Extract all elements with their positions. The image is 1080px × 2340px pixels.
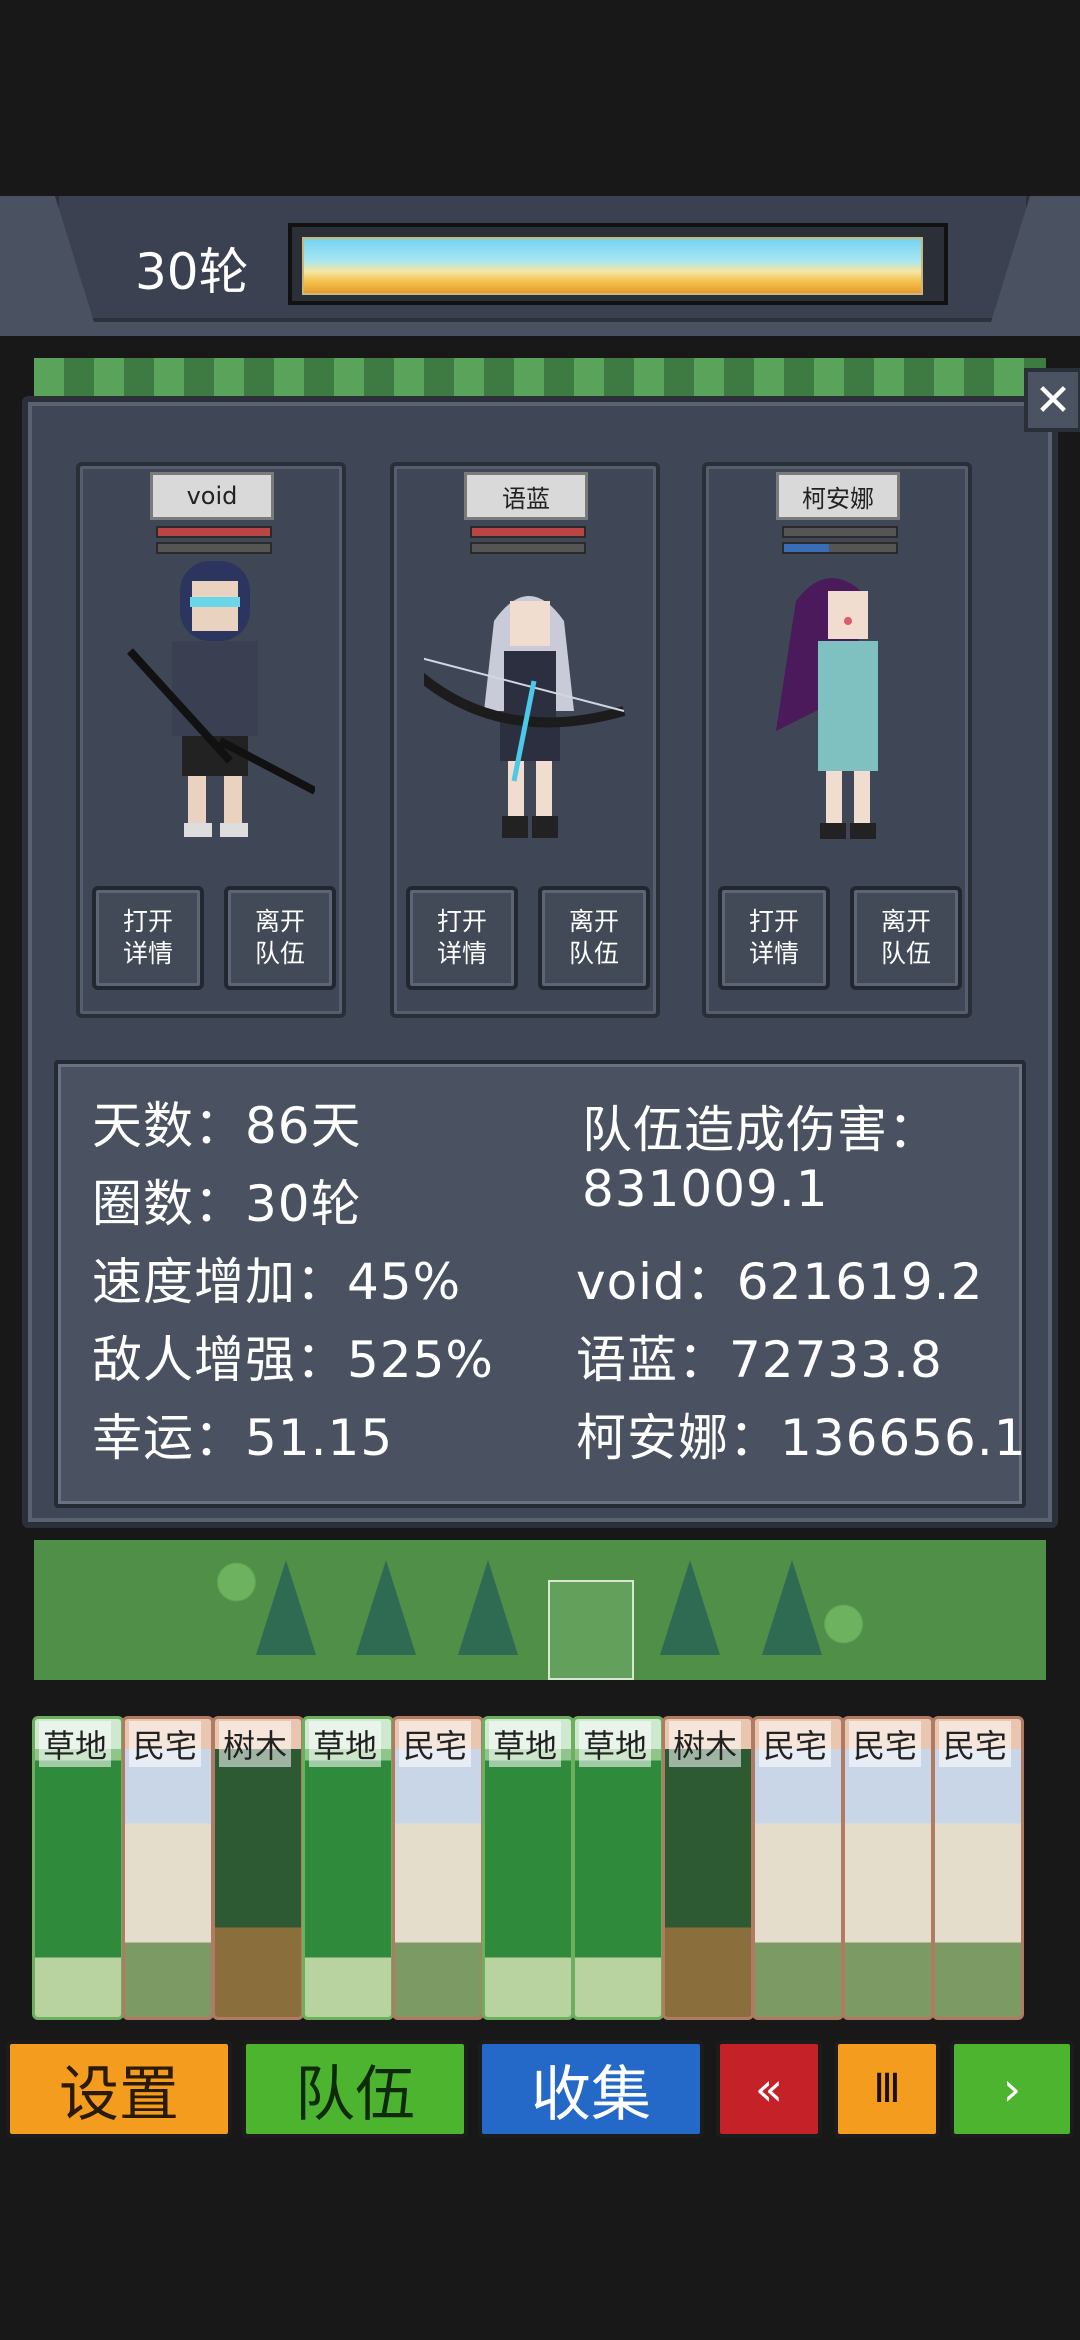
card-hand: 草地 民宅 树木 草地 民宅 草地 草地 树木 民宅 民宅 民宅	[32, 1716, 1080, 2020]
mp-bar	[156, 542, 272, 554]
member-name: 语蓝	[464, 472, 588, 520]
tree-tile	[660, 1560, 720, 1655]
next-icon[interactable]: ›	[950, 2040, 1074, 2138]
terrain-card[interactable]: 民宅	[122, 1716, 214, 2020]
stats-panel: 天数：86天 圈数：30轮 速度增加：45% 敌人增强：525% 幸运：51.1…	[54, 1060, 1026, 1508]
terrain-card-label: 民宅	[129, 1721, 202, 1767]
terrain-card-label: 民宅	[939, 1721, 1012, 1767]
leave-team-button[interactable]: 离开 队伍	[850, 886, 962, 990]
party-member-card: 语蓝 打开 详情 离开 队伍	[390, 462, 660, 1018]
character-sprite-keanna	[776, 578, 878, 839]
mp-bar	[470, 542, 586, 554]
close-icon[interactable]: ✕	[1024, 368, 1080, 432]
terrain-card-label: 草地	[489, 1721, 562, 1767]
settings-button[interactable]: 设置	[6, 2040, 232, 2138]
party-member-card: void 打开 详情 离开 队伍	[76, 462, 346, 1018]
terrain-card[interactable]: 民宅	[752, 1716, 844, 2020]
collect-button[interactable]: 收集	[478, 2040, 704, 2138]
round-counter: 30轮	[135, 243, 249, 301]
terrain-card-label: 民宅	[399, 1721, 472, 1767]
stat-luck: 幸运：51.15	[92, 1409, 394, 1467]
stat-void-damage: void：621619.2	[576, 1253, 984, 1311]
terrain-card-label: 民宅	[849, 1721, 922, 1767]
character-sprite-yulan	[424, 596, 626, 838]
terrain-card-label: 树木	[219, 1721, 292, 1767]
stat-speed: 速度增加：45%	[92, 1253, 462, 1311]
member-name: 柯安娜	[776, 472, 900, 520]
terrain-card-label: 树木	[669, 1721, 742, 1767]
terrain-card[interactable]: 民宅	[842, 1716, 934, 2020]
leave-team-button[interactable]: 离开 队伍	[538, 886, 650, 990]
tree-tile	[458, 1560, 518, 1655]
mp-bar	[782, 542, 898, 554]
terrain-card-label: 草地	[39, 1721, 112, 1767]
terrain-card[interactable]: 民宅	[932, 1716, 1024, 2020]
stat-laps: 圈数：30轮	[92, 1175, 362, 1233]
team-button[interactable]: 队伍	[242, 2040, 468, 2138]
character-sprite-void	[127, 561, 315, 837]
tree-tile	[256, 1560, 316, 1655]
stat-enemy-boost: 敌人增强：525%	[92, 1331, 494, 1389]
terrain-card[interactable]: 草地	[482, 1716, 574, 2020]
open-details-button[interactable]: 打开 详情	[718, 886, 830, 990]
open-details-button[interactable]: 打开 详情	[406, 886, 518, 990]
rewind-icon[interactable]: «	[716, 2040, 822, 2138]
terrain-card[interactable]: 树木	[212, 1716, 304, 2020]
member-name: void	[150, 472, 274, 520]
stat-team-damage-value: 831009.1	[582, 1160, 829, 1218]
terrain-card[interactable]: 民宅	[392, 1716, 484, 2020]
stat-keanna-damage: 柯安娜：136656.1	[576, 1409, 1027, 1467]
tree-tile	[356, 1560, 416, 1655]
map-strip-bottom	[34, 1540, 1046, 1680]
terrain-card-label: 草地	[309, 1721, 382, 1767]
map-strip-top	[34, 358, 1046, 398]
hp-bar	[156, 526, 272, 538]
stat-yulan-damage: 语蓝：72733.8	[576, 1331, 943, 1389]
terrain-card[interactable]: 草地	[32, 1716, 124, 2020]
terrain-card[interactable]: 树木	[662, 1716, 754, 2020]
pause-icon[interactable]: Ⅲ	[834, 2040, 940, 2138]
terrain-card[interactable]: 草地	[302, 1716, 394, 2020]
stat-days: 天数：86天	[92, 1097, 362, 1155]
terrain-card-label: 民宅	[759, 1721, 832, 1767]
party-member-card: 柯安娜 打开 详情 离开 队伍	[702, 462, 972, 1018]
hp-bar	[782, 526, 898, 538]
leave-team-button[interactable]: 离开 队伍	[224, 886, 336, 990]
tree-tile	[762, 1560, 822, 1655]
round-progress-bar	[288, 223, 948, 305]
round-progress-fill	[302, 237, 923, 295]
stat-team-damage-label: 队伍造成伤害：	[582, 1101, 939, 1159]
terrain-card[interactable]: 草地	[572, 1716, 664, 2020]
hp-bar	[470, 526, 586, 538]
terrain-card-label: 草地	[579, 1721, 652, 1767]
open-details-button[interactable]: 打开 详情	[92, 886, 204, 990]
field-tile	[548, 1580, 634, 1680]
